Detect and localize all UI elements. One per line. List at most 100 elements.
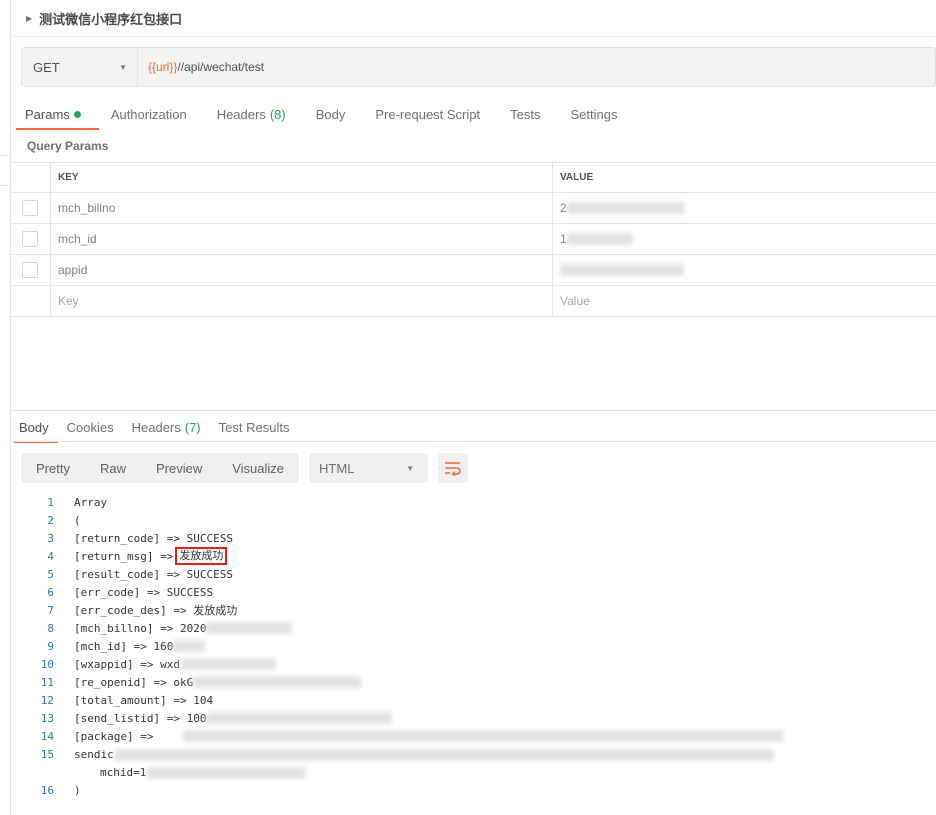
tab-headers[interactable]: Headers (8) bbox=[202, 98, 301, 130]
table-row: appid bbox=[10, 255, 936, 286]
param-key-input[interactable]: appid bbox=[51, 255, 553, 285]
code-line: 2( bbox=[21, 511, 936, 529]
checkbox-column bbox=[10, 163, 51, 192]
code-text-part: [re_openid] => okG bbox=[74, 675, 194, 689]
param-checkbox[interactable] bbox=[22, 262, 38, 278]
highlighted-value: 发放成功 bbox=[175, 547, 228, 565]
pretty-button[interactable]: Pretty bbox=[21, 453, 85, 483]
code-text-part: mchid=1 bbox=[100, 766, 147, 779]
line-number: 9 bbox=[47, 639, 54, 653]
tab-response-cookies[interactable]: Cookies bbox=[58, 412, 123, 442]
param-value-input[interactable] bbox=[553, 255, 936, 285]
left-panel-divider bbox=[0, 185, 10, 186]
line-number: 15 bbox=[40, 748, 54, 761]
tab-label: Settings bbox=[570, 106, 618, 122]
line-number: 6 bbox=[47, 585, 54, 599]
url-input[interactable]: {{url}}//api/wechat/test bbox=[138, 60, 264, 74]
line-number: 5 bbox=[47, 567, 54, 581]
tab-authorization[interactable]: Authorization bbox=[96, 98, 202, 130]
request-title-row[interactable]: ▶ 测试微信小程序红包接口 bbox=[26, 8, 182, 28]
response-tabs: Body Cookies Headers (7) Test Results bbox=[10, 412, 299, 443]
query-params-label: Query Params bbox=[27, 139, 109, 153]
tab-label: Pre-request Script bbox=[375, 106, 481, 122]
code-text: [package] => bbox=[74, 729, 784, 743]
method-select[interactable]: GET ▼ bbox=[22, 48, 138, 86]
code-line: 12 [total_amount] => 104 bbox=[21, 691, 936, 709]
request-tabs: Params Authorization Headers (8) Body Pre… bbox=[10, 98, 632, 130]
code-line: 8 [mch_billno] => 2020 bbox=[21, 619, 936, 637]
divider bbox=[10, 36, 936, 37]
line-number: 11 bbox=[40, 675, 54, 689]
code-text: [re_openid] => okG bbox=[74, 675, 362, 689]
code-text-row: sendic bbox=[74, 748, 774, 761]
param-value-input[interactable]: 1 bbox=[553, 224, 936, 254]
format-label: HTML bbox=[319, 460, 355, 476]
preview-button[interactable]: Preview bbox=[141, 453, 217, 483]
table-header-row: KEY VALUE bbox=[10, 162, 936, 193]
tab-label: Authorization bbox=[110, 106, 187, 122]
tab-body[interactable]: Body bbox=[301, 98, 361, 130]
code-text-part: [return_msg] => bbox=[74, 549, 174, 563]
tab-label: Body bbox=[19, 419, 49, 435]
line-number: 12 bbox=[40, 693, 54, 707]
code-wrapped-line: mchid=1 bbox=[100, 766, 307, 779]
tab-tests[interactable]: Tests bbox=[495, 98, 555, 130]
line-number: 7 bbox=[47, 603, 54, 617]
response-divider[interactable] bbox=[10, 410, 936, 411]
new-key-input[interactable]: Key bbox=[51, 286, 553, 316]
code-line: 4 [return_msg] => 发放成功 bbox=[21, 547, 936, 565]
redacted-value bbox=[566, 202, 685, 214]
code-text: [mch_id] => 160 bbox=[74, 640, 206, 653]
checkbox-cell bbox=[10, 255, 51, 285]
param-key-input[interactable]: mch_billno bbox=[51, 193, 553, 223]
tab-label: Headers bbox=[131, 419, 181, 435]
tab-pre-request-script[interactable]: Pre-request Script bbox=[360, 98, 495, 130]
line-number: 10 bbox=[40, 657, 54, 671]
visualize-button[interactable]: Visualize bbox=[217, 453, 299, 483]
tab-params[interactable]: Params bbox=[10, 98, 99, 130]
tab-label: Test Results bbox=[218, 419, 290, 435]
code-line: 11 [re_openid] => okG bbox=[21, 673, 936, 691]
redacted-value bbox=[193, 676, 362, 688]
code-text: [return_msg] => 发放成功 bbox=[74, 547, 228, 565]
tab-count: (8) bbox=[269, 106, 286, 122]
param-key-input[interactable]: mch_id bbox=[51, 224, 553, 254]
line-number: 3 bbox=[47, 531, 54, 545]
code-text-part: [package] => bbox=[74, 729, 154, 743]
param-checkbox[interactable] bbox=[22, 200, 38, 216]
tab-label: Headers bbox=[216, 106, 266, 122]
wrap-lines-button[interactable] bbox=[438, 453, 469, 483]
tab-label: Cookies bbox=[66, 419, 114, 435]
query-params-table: KEY VALUE mch_billno 2 mch_id 1 appid Ke… bbox=[10, 162, 936, 317]
format-select[interactable]: HTML ▼ bbox=[309, 453, 429, 483]
tab-response-body[interactable]: Body bbox=[10, 412, 58, 443]
raw-button[interactable]: Raw bbox=[85, 453, 141, 483]
line-number: 1 bbox=[47, 495, 54, 509]
code-text: [total_amount] => 104 bbox=[74, 693, 214, 707]
chevron-down-icon: ▼ bbox=[119, 62, 127, 72]
new-value-input[interactable]: Value bbox=[553, 286, 936, 316]
active-dot-icon bbox=[73, 110, 81, 118]
tab-response-headers[interactable]: Headers (7) bbox=[123, 412, 210, 442]
tab-settings[interactable]: Settings bbox=[555, 98, 632, 130]
caret-right-icon[interactable]: ▶ bbox=[26, 14, 32, 23]
code-text: [result_code] => SUCCESS bbox=[74, 567, 233, 581]
line-number: 13 bbox=[40, 711, 54, 725]
tab-test-results[interactable]: Test Results bbox=[210, 412, 299, 442]
chevron-down-icon: ▼ bbox=[406, 463, 415, 473]
param-checkbox[interactable] bbox=[22, 231, 38, 247]
response-body-code[interactable]: 1 Array 2( 3 [return_code] => SUCCESS 4 [re… bbox=[21, 493, 936, 799]
key-column-header: KEY bbox=[51, 163, 553, 192]
code-text: ) bbox=[74, 783, 81, 797]
redacted-value bbox=[206, 622, 293, 634]
code-text: [mch_billno] => 2020 bbox=[74, 622, 293, 635]
method-label: GET bbox=[33, 59, 60, 75]
redacted-value bbox=[206, 712, 393, 724]
param-value-input[interactable]: 2 bbox=[553, 193, 936, 223]
code-line: 3 [return_code] => SUCCESS bbox=[21, 529, 936, 547]
table-row: mch_billno 2 bbox=[10, 193, 936, 224]
code-line: 13 [send_listid] => 100 bbox=[21, 709, 936, 727]
code-line: 16) bbox=[21, 781, 936, 799]
code-line: 7 [err_code_des] => 发放成功 bbox=[21, 601, 936, 619]
code-text: [err_code_des] => 发放成功 bbox=[74, 604, 238, 617]
